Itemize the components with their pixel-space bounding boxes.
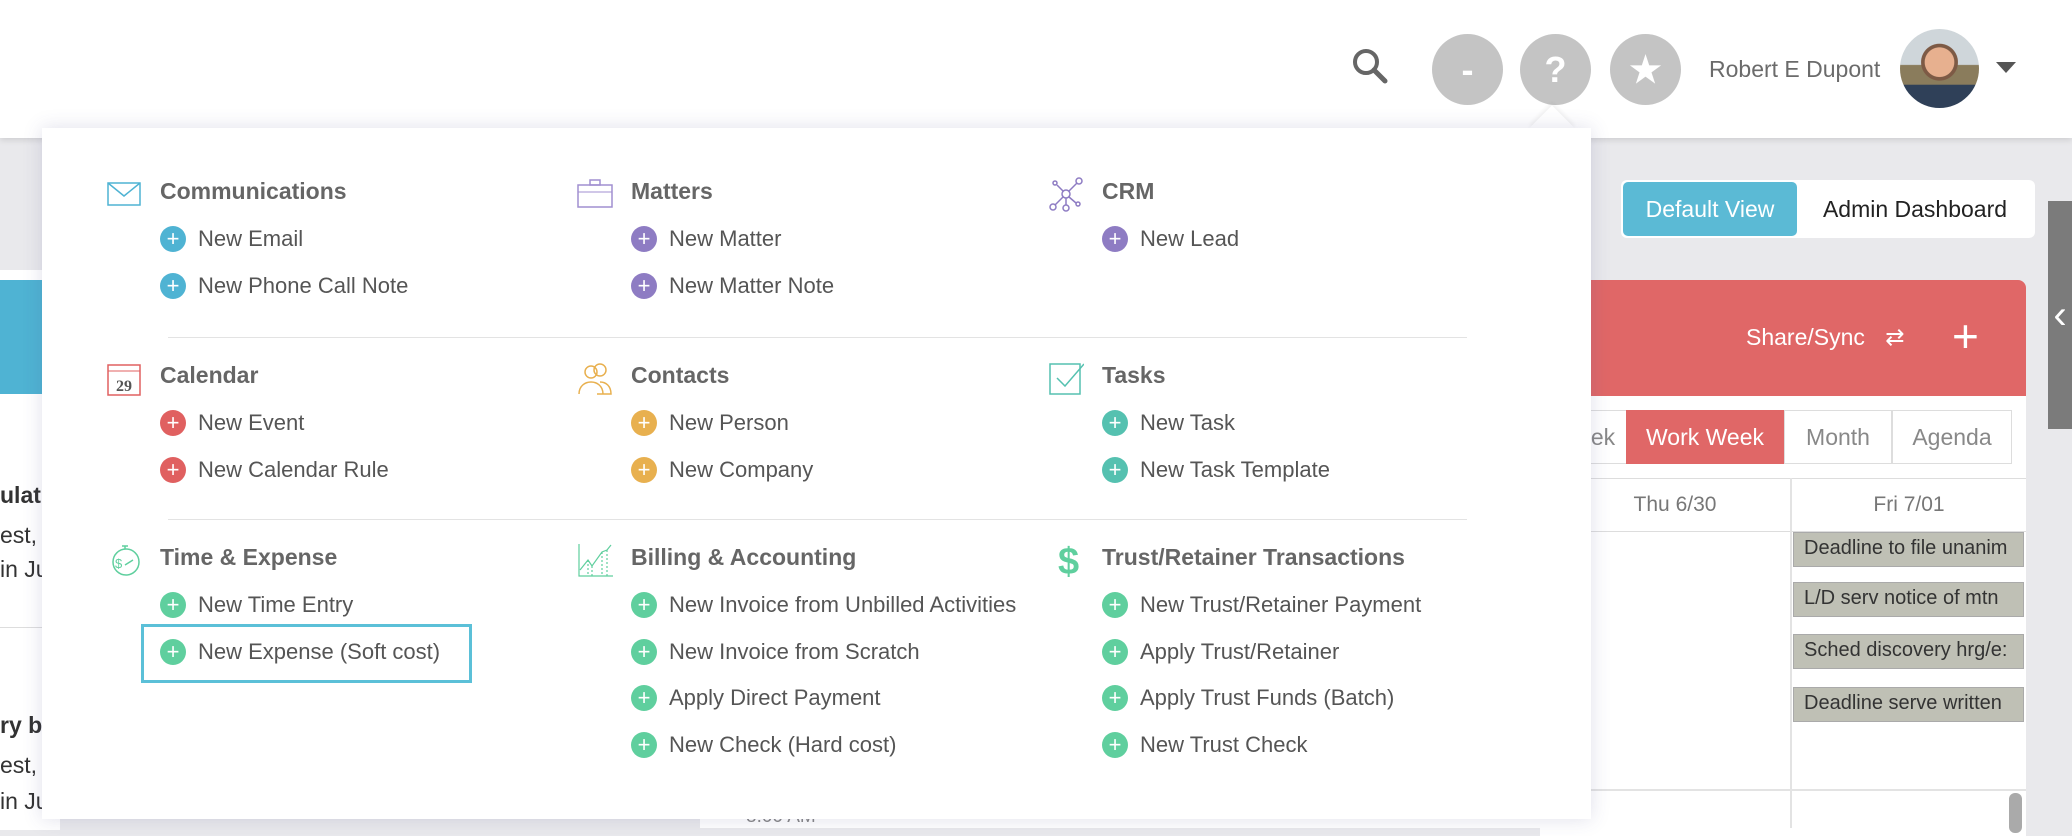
section-title: Matters [631, 178, 713, 204]
divider [1540, 789, 2026, 791]
plus-circle-icon: + [1102, 638, 1128, 665]
menu-item[interactable]: + New Trust Check [1102, 728, 1308, 762]
divider [168, 337, 1467, 338]
minimize-button[interactable]: - [1432, 34, 1503, 105]
default-view-button[interactable]: Default View [1623, 182, 1797, 236]
section-title: Trust/Retainer Transactions [1102, 544, 1405, 570]
plus-circle-icon: + [1102, 226, 1128, 252]
calendar-event[interactable]: L/D serv notice of mtn [1793, 582, 2024, 617]
add-event-button[interactable]: + [1952, 309, 1979, 363]
star-icon: ★ [1629, 48, 1662, 90]
menu-item[interactable]: + New Person [631, 406, 789, 440]
menu-item[interactable]: + New Phone Call Note [160, 269, 408, 303]
tab-agenda[interactable]: Agenda [1892, 410, 2012, 464]
scrollbar[interactable] [2009, 793, 2022, 833]
menu-item[interactable]: + New Email [160, 222, 303, 256]
left-card-text: ry b [0, 712, 43, 738]
checkbox-icon [1049, 363, 1084, 395]
plus-circle-icon: + [160, 456, 186, 483]
network-icon [1049, 177, 1083, 212]
plus-circle-icon: + [1102, 456, 1128, 483]
section-title: Tasks [1102, 362, 1166, 388]
menu-item[interactable]: + New Lead [1102, 222, 1239, 256]
avatar[interactable] [1900, 29, 1979, 108]
plus-circle-icon: + [160, 410, 186, 436]
menu-item[interactable]: + Apply Trust/Retainer [1102, 635, 1339, 669]
highlight-box [141, 624, 472, 683]
admin-dashboard-button[interactable]: Admin Dashboard [1797, 196, 2033, 223]
section-title: Calendar [160, 362, 259, 388]
plus-circle-icon: + [631, 592, 657, 618]
left-card-text: est, [0, 522, 38, 548]
sync-icon: ⇄ [1885, 324, 1905, 350]
calendar-event[interactable]: Deadline serve written [1793, 687, 2024, 722]
plus-circle-icon: + [1102, 731, 1128, 758]
favorites-button[interactable]: ★ [1610, 34, 1681, 105]
plus-circle-icon: + [631, 638, 657, 665]
plus-circle-icon: + [631, 272, 657, 299]
calendar-event[interactable]: Sched discovery hrg/e: [1793, 634, 2024, 669]
svg-text:$: $ [115, 556, 123, 571]
plus-circle-icon: + [160, 226, 186, 252]
menu-item[interactable]: + New Task [1102, 406, 1235, 440]
top-header: - ? ★ Robert E Dupont [0, 0, 2072, 138]
plus-circle-icon: + [1102, 592, 1128, 618]
help-button[interactable]: ? [1520, 34, 1591, 105]
plus-circle-icon: + [631, 410, 657, 436]
menu-item[interactable]: + New Trust/Retainer Payment [1102, 588, 1421, 622]
plus-circle-icon: + [160, 592, 186, 618]
left-card-text: est, [0, 752, 38, 778]
menu-item[interactable]: + Apply Trust Funds (Batch) [1102, 681, 1394, 715]
collapse-panel-button[interactable]: ‹ [2048, 201, 2072, 429]
menu-item[interactable]: + New Calendar Rule [160, 453, 389, 487]
menu-item[interactable]: + New Matter Note [631, 269, 834, 303]
stopwatch-dollar-icon: $ [112, 545, 140, 576]
share-sync-button[interactable]: Share/Sync ⇄ [1746, 324, 1905, 351]
calendar-event[interactable]: Deadline to file unanim [1793, 532, 2024, 567]
svg-text:29: 29 [116, 378, 132, 395]
search-icon[interactable] [1350, 46, 1390, 86]
menu-item[interactable]: + New Task Template [1102, 453, 1330, 487]
plus-circle-icon: + [631, 456, 657, 483]
section-title: Communications [160, 178, 347, 204]
divider [168, 519, 1467, 520]
chart-icon [578, 544, 613, 577]
menu-item[interactable]: + Apply Direct Payment [631, 681, 881, 715]
tab-work-week[interactable]: Work Week [1626, 410, 1784, 464]
menu-item[interactable]: + New Invoice from Unbilled Activities [631, 588, 1016, 622]
plus-circle-icon: + [160, 272, 186, 299]
menu-item[interactable]: + New Event [160, 406, 304, 440]
menu-item[interactable]: + New Company [631, 453, 813, 487]
section-title: Contacts [631, 362, 730, 388]
people-icon [578, 363, 612, 395]
section-title: Billing & Accounting [631, 544, 857, 570]
svg-text:$: $ [1058, 542, 1079, 578]
plus-circle-icon: + [1102, 410, 1128, 436]
help-icon: ? [1544, 48, 1567, 90]
plus-circle-icon: + [1102, 685, 1128, 711]
day-header: Fri 7/01 [1873, 492, 1945, 516]
tab-month[interactable]: Month [1784, 410, 1892, 464]
user-name[interactable]: Robert E Dupont [1709, 56, 1880, 83]
menu-item[interactable]: + New Invoice from Scratch [631, 635, 920, 669]
section-title: CRM [1102, 178, 1155, 204]
envelope-icon [107, 182, 141, 206]
dollar-icon: $ [1058, 542, 1079, 578]
menu-item[interactable]: + New Check (Hard cost) [631, 728, 896, 762]
chevron-left-icon: ‹ [2053, 292, 2067, 337]
calendar-icon: 29 [107, 364, 141, 396]
plus-circle-icon: + [631, 226, 657, 252]
dashboard-toggle: Default View Admin Dashboard [1621, 180, 2035, 238]
section-title: Time & Expense [160, 544, 338, 570]
day-header: Thu 6/30 [1633, 492, 1717, 516]
left-card-text: ulati [0, 482, 48, 508]
chevron-down-icon[interactable] [1996, 62, 2016, 73]
plus-circle-icon: + [631, 731, 657, 758]
menu-item[interactable]: + New Time Entry [160, 588, 353, 622]
plus-circle-icon: + [631, 685, 657, 711]
menu-item[interactable]: + New Matter [631, 222, 781, 256]
briefcase-icon [577, 179, 613, 208]
